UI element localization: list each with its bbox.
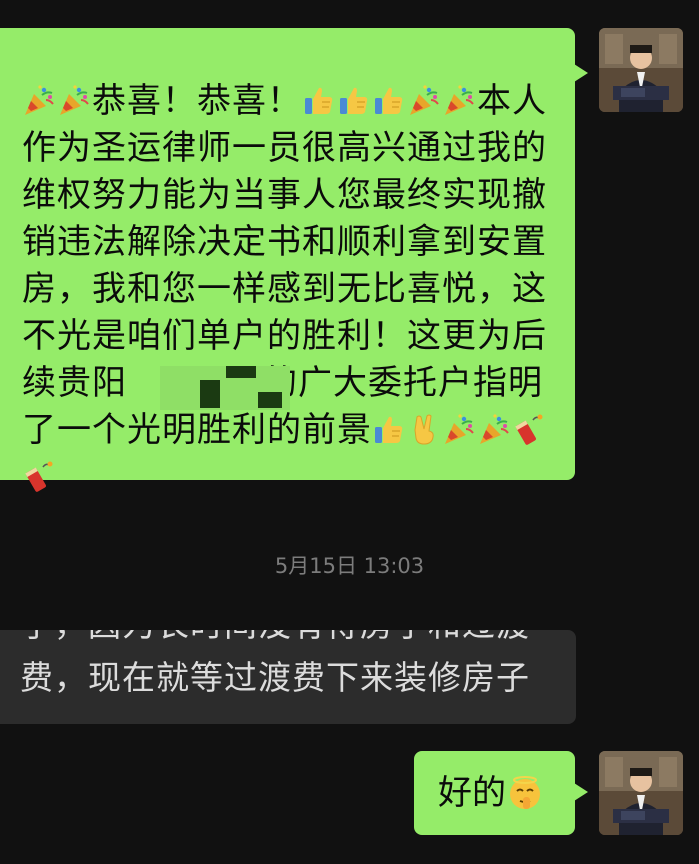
message-content: 好的 bbox=[438, 771, 546, 815]
thumbs-up-icon bbox=[372, 412, 405, 445]
firecracker-icon bbox=[512, 412, 545, 445]
party-popper-icon bbox=[407, 83, 440, 116]
avatar[interactable] bbox=[599, 28, 683, 112]
firecracker-icon bbox=[22, 459, 55, 492]
shushing-face-icon bbox=[506, 774, 544, 812]
message-bubble-incoming[interactable]: 了，因为长时间没有得房子和过渡 费，现在就等过渡费下来装修房子 bbox=[0, 630, 576, 724]
message-timestamp: 5月15日 13:03 bbox=[274, 554, 425, 578]
thumbs-up-icon bbox=[302, 83, 335, 116]
message-text: 好的 bbox=[438, 773, 506, 813]
thumbs-up-icon bbox=[337, 83, 370, 116]
party-popper-icon bbox=[57, 83, 90, 116]
thumbs-up-icon bbox=[372, 83, 405, 116]
avatar[interactable] bbox=[599, 751, 683, 835]
victory-hand-icon bbox=[407, 412, 440, 445]
message-text: 费，现在就等过渡费下来装修房子 bbox=[20, 658, 530, 697]
redacted-mosaic bbox=[160, 366, 290, 410]
chat-screen: 恭喜！恭喜！ 本人作为圣运律师一员很高兴通过我的维权努力能为当事人您最终实现撤销违… bbox=[0, 0, 699, 864]
party-popper-icon bbox=[22, 83, 55, 116]
message-bubble-outgoing[interactable]: 好的 bbox=[414, 751, 588, 835]
message-bubble-outgoing[interactable]: 恭喜！恭喜！ 本人作为圣运律师一员很高兴通过我的维权努力能为当事人您最终实现撤销违… bbox=[0, 28, 588, 492]
party-popper-icon bbox=[442, 83, 475, 116]
message-text: 恭喜！恭喜！ 本人作为圣运律师一员很高兴通过我的维权努力能为当事人您最终实现撤销违… bbox=[22, 78, 558, 501]
party-popper-icon bbox=[477, 412, 510, 445]
message-text-segment: 恭喜！恭喜！ bbox=[92, 81, 302, 121]
party-popper-icon bbox=[442, 412, 475, 445]
message-text-segment: 本人作为圣运律师一员很高兴通过我的维权努力能为当事人您最终实现撤销违法解除决定书… bbox=[22, 81, 547, 403]
message-text-partial: 了，因为长时间没有得房子和过渡 bbox=[20, 630, 530, 648]
